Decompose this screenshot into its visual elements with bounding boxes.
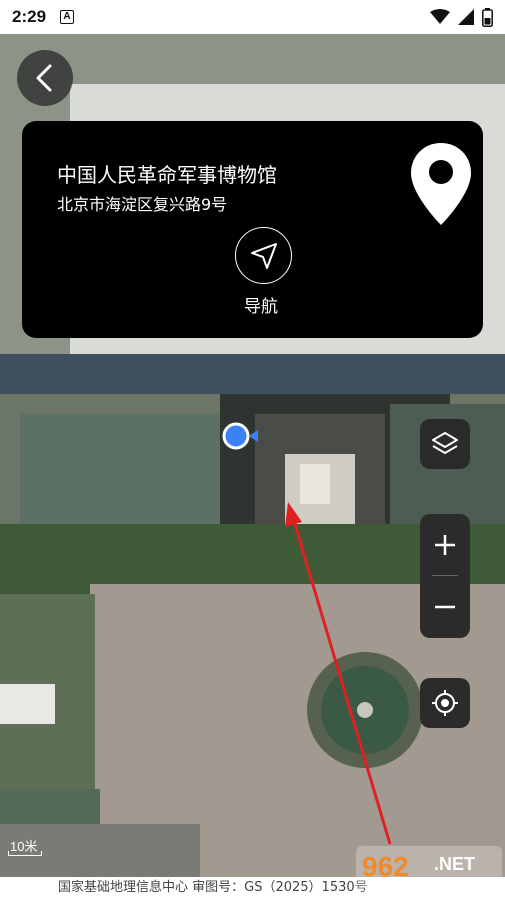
place-name: 中国人民革命军事博物馆 <box>57 163 277 187</box>
signal-icon <box>458 9 474 25</box>
place-address: 北京市海淀区复兴路9号 <box>57 195 228 214</box>
battery-icon <box>482 7 493 27</box>
svg-text:乐游网: 乐游网 <box>440 879 482 895</box>
zoom-out-icon <box>435 605 455 609</box>
svg-text:.NET: .NET <box>434 854 475 874</box>
my-location-button[interactable] <box>420 678 470 728</box>
status-time: 2:29 <box>12 7 47 26</box>
wifi-icon <box>430 9 450 24</box>
back-icon <box>36 64 52 92</box>
place-info-card: 中国人民革命军事博物馆 北京市海淀区复兴路9号 导航 <box>22 121 483 338</box>
layers-icon <box>432 432 458 454</box>
status-bar: 2:29 A <box>0 0 505 34</box>
notification-icon: A <box>60 10 75 24</box>
zoom-in-button[interactable] <box>420 514 470 576</box>
zoom-out-button[interactable] <box>420 576 470 638</box>
site-watermark-logo: 962 .NET 乐游网 <box>356 846 502 896</box>
svg-text:962: 962 <box>362 851 409 882</box>
map-scale-bar <box>8 851 42 856</box>
navigate-label[interactable]: 导航 <box>244 292 278 317</box>
status-icons <box>430 7 493 27</box>
navigate-button[interactable] <box>235 227 292 284</box>
location-pin-icon <box>411 143 471 225</box>
navigate-arrow-icon <box>250 242 277 269</box>
zoom-controls <box>420 514 470 638</box>
zoom-in-icon <box>435 535 455 555</box>
back-button[interactable] <box>17 50 73 106</box>
locate-icon <box>432 690 458 716</box>
layers-button[interactable] <box>420 419 470 469</box>
